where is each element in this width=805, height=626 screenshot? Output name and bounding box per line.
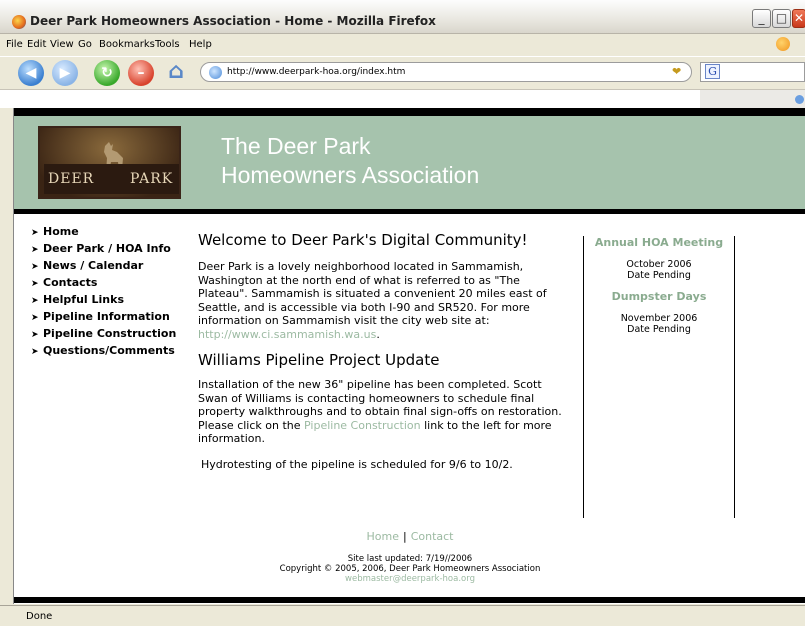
bookmarks-toolbar — [0, 89, 805, 109]
stop-icon: – — [137, 65, 145, 81]
deer-park-logo: DEER PARK — [38, 126, 181, 199]
back-arrow-icon: ◀ — [25, 65, 37, 81]
event-date: October 2006 — [626, 259, 692, 270]
hydrotest-paragraph: Hydrotesting of the pipeline is schedule… — [201, 457, 513, 471]
minimize-button[interactable]: _ — [752, 9, 771, 28]
go-icon[interactable]: ❤ — [672, 65, 681, 78]
footer-home-link[interactable]: Home — [367, 530, 399, 543]
site-title-line2: Homeowners Association — [221, 162, 480, 188]
menu-tools[interactable]: Tools — [155, 39, 180, 50]
stop-button[interactable]: – — [128, 60, 154, 86]
reload-button[interactable]: ↻ — [94, 60, 120, 86]
event-status: Date Pending — [627, 270, 691, 281]
arrow-icon: ➤ — [31, 228, 39, 238]
last-updated: Site last updated: 7/19//2006 — [347, 554, 473, 564]
webmaster-email-link[interactable]: webmaster@deerpark-hoa.org — [14, 574, 805, 584]
banner: DEER PARK The Deer Park Homeowners Assoc… — [14, 116, 805, 209]
nav-label[interactable]: Helpful Links — [43, 293, 124, 306]
arrow-icon: ➤ — [31, 279, 39, 289]
status-bar: Done — [0, 605, 805, 626]
url-bar[interactable]: http://www.deerpark-hoa.org/index.htm ❤ — [200, 62, 692, 82]
nav-label[interactable]: Contacts — [43, 276, 97, 289]
arrow-icon: ➤ — [31, 245, 39, 255]
footer-nav: Home | Contact — [14, 530, 805, 543]
intro-text: Deer Park is a lovely neighborhood locat… — [198, 260, 547, 327]
menu-go[interactable]: Go — [78, 39, 92, 50]
home-icon: ⌂ — [168, 59, 184, 84]
events-column: Annual HOA Meeting October 2006 Date Pen… — [583, 236, 735, 518]
arrow-icon: ➤ — [31, 347, 39, 357]
close-button[interactable]: ✕ — [792, 9, 805, 28]
intro-paragraph: Deer Park is a lovely neighborhood locat… — [198, 260, 568, 341]
nav-label[interactable]: Deer Park / HOA Info — [43, 242, 171, 255]
menu-edit[interactable]: Edit — [27, 39, 46, 50]
nav-item-pipeline-info[interactable]: ➤ Pipeline Information — [31, 309, 196, 326]
nav-item-home[interactable]: ➤ Home — [31, 224, 196, 241]
welcome-heading: Welcome to Deer Park's Digital Community… — [198, 231, 528, 249]
logo-text-deer: DEER — [48, 171, 95, 187]
search-box[interactable]: G — [700, 62, 805, 82]
copyright: Copyright © 2005, 2006, Deer Park Homeow… — [279, 564, 541, 574]
pipeline-paragraph: Installation of the new 36" pipeline has… — [198, 378, 568, 446]
footer-separator: | — [402, 530, 407, 543]
main-content: Welcome to Deer Park's Digital Community… — [198, 231, 568, 471]
nav-item-pipeline-construction[interactable]: ➤ Pipeline Construction — [31, 326, 196, 343]
nav-label[interactable]: Pipeline Construction — [43, 327, 176, 340]
event-date: November 2006 — [620, 313, 698, 324]
event-title: Annual HOA Meeting — [594, 236, 724, 249]
header-rule — [14, 108, 805, 116]
forward-button[interactable]: ▶ — [52, 60, 78, 86]
site-title-line1: The Deer Park — [221, 133, 371, 159]
sammamish-link[interactable]: http://www.ci.sammamish.wa.us — [198, 328, 376, 341]
url-text[interactable]: http://www.deerpark-hoa.org/index.htm — [227, 67, 405, 77]
event-title: Dumpster Days — [611, 290, 707, 303]
pipeline-construction-link[interactable]: Pipeline Construction — [304, 419, 421, 432]
site-title: The Deer Park Homeowners Association — [221, 132, 479, 190]
title-bar: Deer Park Homeowners Association - Home … — [0, 0, 805, 34]
pipeline-heading: Williams Pipeline Project Update — [198, 351, 440, 369]
nav-label[interactable]: Questions/Comments — [43, 344, 175, 357]
footer-info: Site last updated: 7/19//2006 Copyright … — [14, 554, 805, 584]
menu-bar: File Edit View Go Bookmarks Tools Help — [0, 35, 805, 55]
arrow-icon: ➤ — [31, 296, 39, 306]
bookmark-icon[interactable] — [795, 95, 804, 104]
forward-arrow-icon: ▶ — [59, 65, 71, 81]
toolbar-spacer — [700, 90, 805, 109]
web-page: DEER PARK The Deer Park Homeowners Assoc… — [13, 108, 805, 604]
banner-rule — [14, 209, 805, 214]
nav-item-links[interactable]: ➤ Helpful Links — [31, 292, 196, 309]
nav-item-questions[interactable]: ➤ Questions/Comments — [31, 343, 196, 360]
menu-view[interactable]: View — [50, 39, 74, 50]
footer-rule — [14, 597, 805, 603]
status-text: Done — [26, 611, 53, 622]
nav-label[interactable]: Pipeline Information — [43, 310, 170, 323]
logo-text-park: PARK — [130, 171, 174, 187]
footer-contact-link[interactable]: Contact — [411, 530, 454, 543]
throbber-icon — [776, 37, 790, 51]
firefox-icon — [12, 15, 26, 29]
menu-bookmarks[interactable]: Bookmarks — [99, 39, 155, 50]
left-nav: ➤ Home ➤ Deer Park / HOA Info ➤ News / Cale… — [31, 224, 196, 360]
maximize-button[interactable]: □ — [772, 9, 791, 28]
intro-end: . — [376, 327, 380, 341]
menu-help[interactable]: Help — [189, 39, 212, 50]
back-button[interactable]: ◀ — [18, 60, 44, 86]
arrow-icon: ➤ — [31, 330, 39, 340]
arrow-icon: ➤ — [31, 262, 39, 272]
browser-window: Deer Park Homeowners Association - Home … — [0, 0, 805, 626]
nav-label[interactable]: Home — [43, 225, 79, 238]
reload-icon: ↻ — [101, 65, 113, 81]
google-icon: G — [705, 64, 720, 79]
menu-file[interactable]: File — [6, 39, 23, 50]
window-title: Deer Park Homeowners Association - Home … — [30, 14, 436, 28]
globe-icon — [209, 66, 222, 79]
home-button[interactable]: ⌂ — [162, 60, 190, 86]
event-status: Date Pending — [627, 324, 691, 335]
nav-item-news[interactable]: ➤ News / Calendar — [31, 258, 196, 275]
arrow-icon: ➤ — [31, 313, 39, 323]
nav-label[interactable]: News / Calendar — [43, 259, 143, 272]
nav-item-contacts[interactable]: ➤ Contacts — [31, 275, 196, 292]
nav-item-info[interactable]: ➤ Deer Park / HOA Info — [31, 241, 196, 258]
